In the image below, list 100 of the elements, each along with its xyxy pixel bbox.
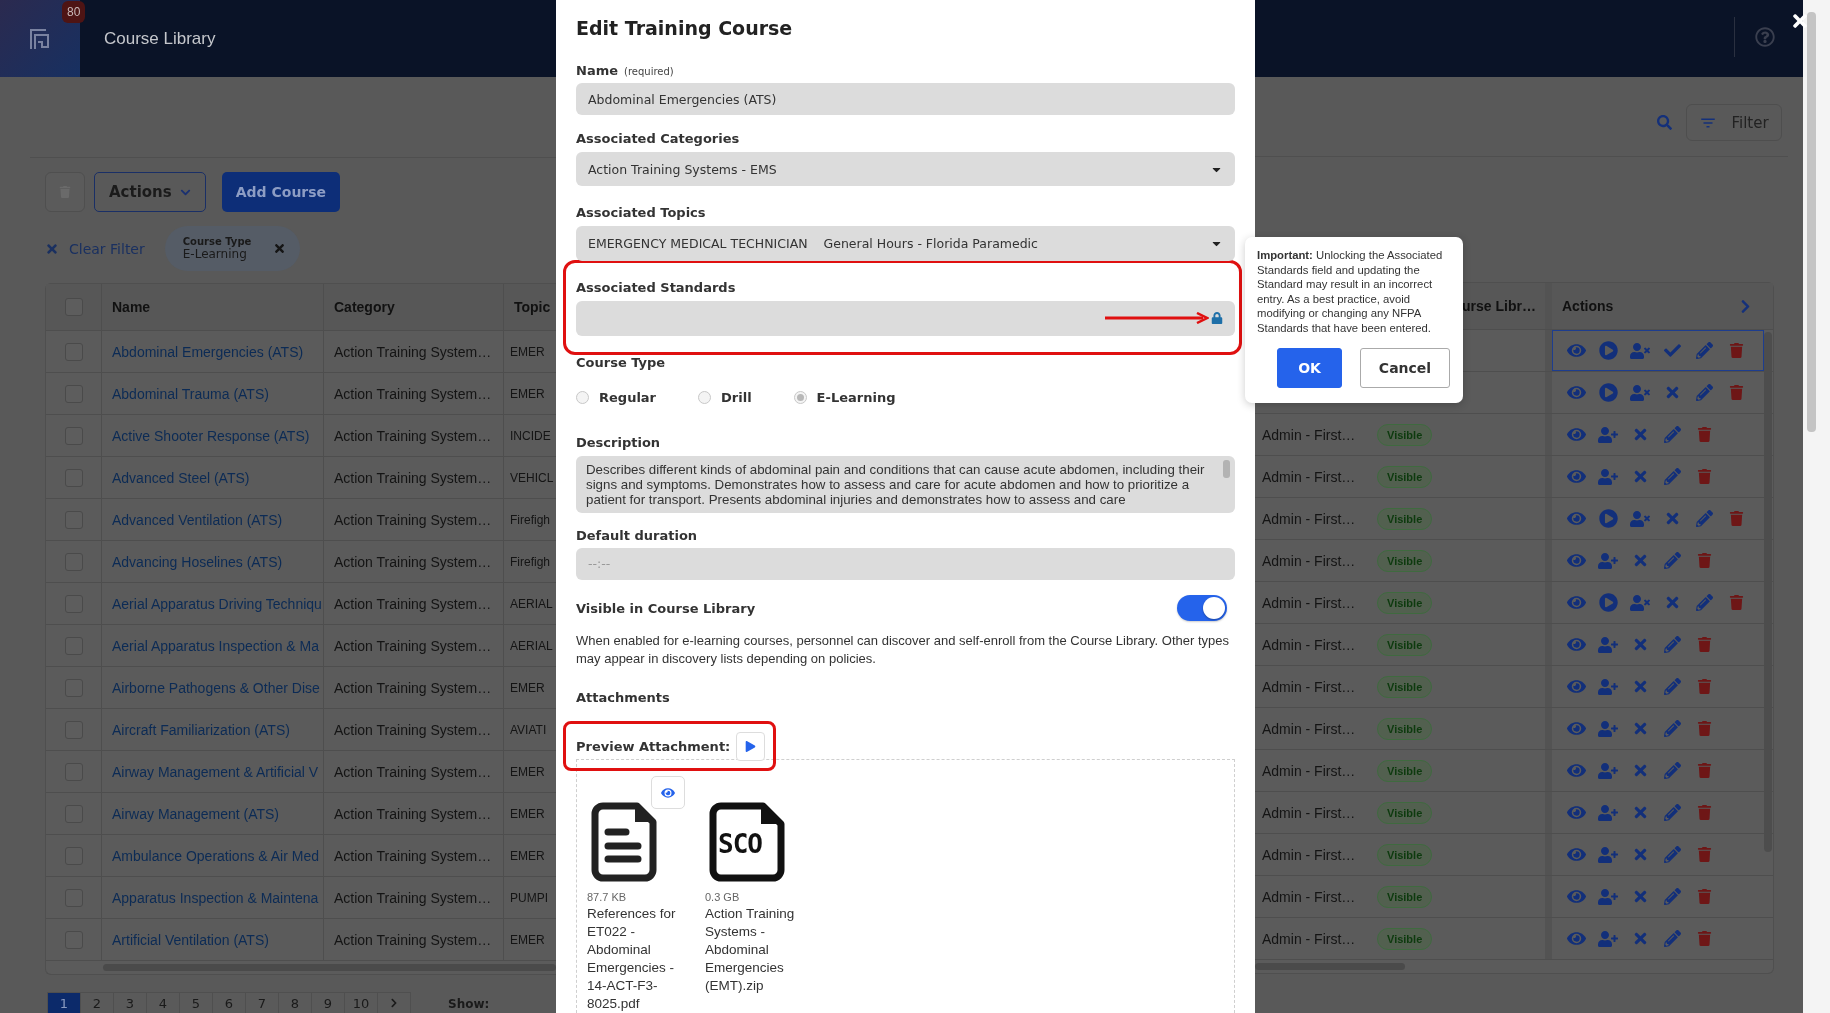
scrollbar-thumb[interactable] xyxy=(1255,963,1405,970)
visibility-toggle[interactable] xyxy=(1177,595,1227,622)
course-link[interactable]: Airway Management (ATS) xyxy=(112,805,279,822)
course-type-radio[interactable]: Drill xyxy=(698,389,752,405)
column-header[interactable]: Topic xyxy=(514,299,551,315)
user-add-icon[interactable] xyxy=(1598,886,1618,907)
user-add-icon[interactable] xyxy=(1598,634,1618,655)
eye-icon[interactable] xyxy=(1566,467,1586,486)
course-link[interactable]: Active Shooter Response (ATS) xyxy=(112,427,310,444)
search-icon[interactable] xyxy=(1657,115,1672,130)
check-icon[interactable] xyxy=(1662,342,1682,359)
pencil-icon[interactable] xyxy=(1662,762,1682,779)
help-icon[interactable] xyxy=(1755,27,1775,47)
duration-field[interactable]: --:-- xyxy=(576,547,1235,580)
pencil-icon[interactable] xyxy=(1662,552,1682,569)
delete-button[interactable] xyxy=(45,172,85,212)
eye-icon[interactable] xyxy=(1566,593,1586,612)
pencil-icon[interactable] xyxy=(1662,468,1682,485)
column-header[interactable]: Name xyxy=(112,299,151,315)
user-remove-icon[interactable] xyxy=(1630,340,1650,361)
categories-select[interactable]: Action Training Systems - EMS xyxy=(576,152,1235,187)
pencil-icon[interactable] xyxy=(1662,426,1682,443)
eye-icon[interactable] xyxy=(1566,383,1586,402)
pencil-icon[interactable] xyxy=(1694,510,1714,527)
pencil-icon[interactable] xyxy=(1662,930,1682,947)
logo-tile[interactable] xyxy=(0,0,80,77)
eye-icon[interactable] xyxy=(1566,929,1586,948)
play-button[interactable] xyxy=(736,731,766,761)
pencil-icon[interactable] xyxy=(1662,720,1682,737)
course-link[interactable]: Advancing Hoselines (ATS) xyxy=(112,553,283,570)
attachment-dropzone[interactable]: 87.7 KB References for ET022 - Abdominal Emergencies - 14-ACT-F3-8025.pdf SCO 0.3 GB Action Training Systems - Abdominal Emergencies (EMT).zip xyxy=(576,759,1235,1013)
scrollbar-thumb[interactable] xyxy=(103,964,556,971)
eye-icon[interactable] xyxy=(1566,887,1586,906)
user-add-icon[interactable] xyxy=(1598,676,1618,697)
pencil-icon[interactable] xyxy=(1662,636,1682,653)
play-icon[interactable] xyxy=(1598,509,1618,528)
course-link[interactable]: Advanced Ventilation (ATS) xyxy=(112,511,283,528)
pencil-icon[interactable] xyxy=(1694,384,1714,401)
play-icon[interactable] xyxy=(1598,593,1618,612)
user-remove-icon[interactable] xyxy=(1630,592,1650,613)
eye-icon[interactable] xyxy=(1566,509,1586,528)
eye-icon[interactable] xyxy=(1566,803,1586,822)
user-add-icon[interactable] xyxy=(1598,844,1618,865)
eye-icon[interactable] xyxy=(1566,635,1586,654)
actions-button[interactable]: Actions xyxy=(94,172,206,212)
eye-icon[interactable] xyxy=(1566,425,1586,444)
course-link[interactable]: Advanced Steel (ATS) xyxy=(112,469,250,486)
pencil-icon[interactable] xyxy=(1662,678,1682,695)
course-link[interactable]: Aerial Apparatus Inspection & Ma xyxy=(112,637,319,654)
name-field[interactable]: Abdominal Emergencies (ATS) xyxy=(576,83,1235,116)
course-link[interactable]: Airway Management & Artificial V xyxy=(112,763,319,780)
play-icon[interactable] xyxy=(1598,383,1618,402)
user-add-icon[interactable] xyxy=(1598,760,1618,781)
column-header[interactable]: urse Libr… xyxy=(1462,298,1536,314)
course-type-radio[interactable]: E-Learning xyxy=(793,389,896,405)
scrollbar-thumb[interactable] xyxy=(1807,12,1816,432)
eye-icon[interactable] xyxy=(1566,845,1586,864)
play-icon[interactable] xyxy=(1598,341,1618,360)
user-add-icon[interactable] xyxy=(1598,466,1618,487)
eye-icon[interactable] xyxy=(1566,719,1586,738)
user-add-icon[interactable] xyxy=(1598,928,1618,949)
user-add-icon[interactable] xyxy=(1598,802,1618,823)
eye-icon[interactable] xyxy=(1566,677,1586,696)
standards-field[interactable] xyxy=(576,300,1235,336)
pencil-icon[interactable] xyxy=(1662,888,1682,905)
ok-button[interactable]: OK xyxy=(1277,347,1342,388)
course-link[interactable]: Abdominal Emergencies (ATS) xyxy=(112,343,304,360)
course-link[interactable]: Aircraft Familiarization (ATS) xyxy=(112,721,290,738)
lock-icon[interactable] xyxy=(1211,312,1223,325)
column-header[interactable]: Actions xyxy=(1562,298,1614,314)
next-page-button[interactable] xyxy=(377,992,411,1013)
eye-icon[interactable] xyxy=(1566,761,1586,780)
preview-button[interactable] xyxy=(651,776,685,809)
course-link[interactable]: Apparatus Inspection & Maintena xyxy=(112,889,319,906)
user-add-icon[interactable] xyxy=(1598,718,1618,739)
user-add-icon[interactable] xyxy=(1598,550,1618,571)
course-link[interactable]: Abdominal Trauma (ATS) xyxy=(112,385,269,402)
course-type-radio[interactable]: Regular xyxy=(576,389,657,405)
pencil-icon[interactable] xyxy=(1694,594,1714,611)
pencil-icon[interactable] xyxy=(1694,342,1714,359)
user-remove-icon[interactable] xyxy=(1630,508,1650,529)
course-link[interactable]: Aerial Apparatus Driving Techniqu xyxy=(112,595,322,612)
eye-icon[interactable] xyxy=(1566,551,1586,570)
user-remove-icon[interactable] xyxy=(1630,382,1650,403)
topics-select[interactable]: EMERGENCY MEDICAL TECHNICIAN General Hours - Florida Paramedic xyxy=(576,226,1235,261)
close-icon[interactable] xyxy=(273,242,287,255)
page-button[interactable]: 1 xyxy=(47,992,81,1013)
course-link[interactable]: Airborne Pathogens & Other Dise xyxy=(112,679,320,696)
user-add-icon[interactable] xyxy=(1598,424,1618,445)
column-header[interactable]: Category xyxy=(334,299,395,315)
description-field[interactable]: Describes different kinds of abdominal pain and conditions that can cause acute abdomen, including their signs and symptoms. Demonstrates how to assess and care for acute abdomen and how to prioritize a patient for transport. Presents abdominal injuries and demonstrates how to assess and care xyxy=(576,455,1235,513)
clear-filter-link[interactable]: Clear Filter xyxy=(45,240,145,257)
pencil-icon[interactable] xyxy=(1662,804,1682,821)
pencil-icon[interactable] xyxy=(1662,846,1682,863)
filter-chip[interactable]: Course Type E-Learning xyxy=(164,226,301,271)
eye-icon[interactable] xyxy=(1566,341,1586,360)
cancel-button[interactable]: Cancel xyxy=(1360,347,1450,388)
course-link[interactable]: Ambulance Operations & Air Med xyxy=(112,847,319,864)
course-link[interactable]: Artificial Ventilation (ATS) xyxy=(112,931,269,948)
actions-cell[interactable] xyxy=(1552,330,1764,371)
